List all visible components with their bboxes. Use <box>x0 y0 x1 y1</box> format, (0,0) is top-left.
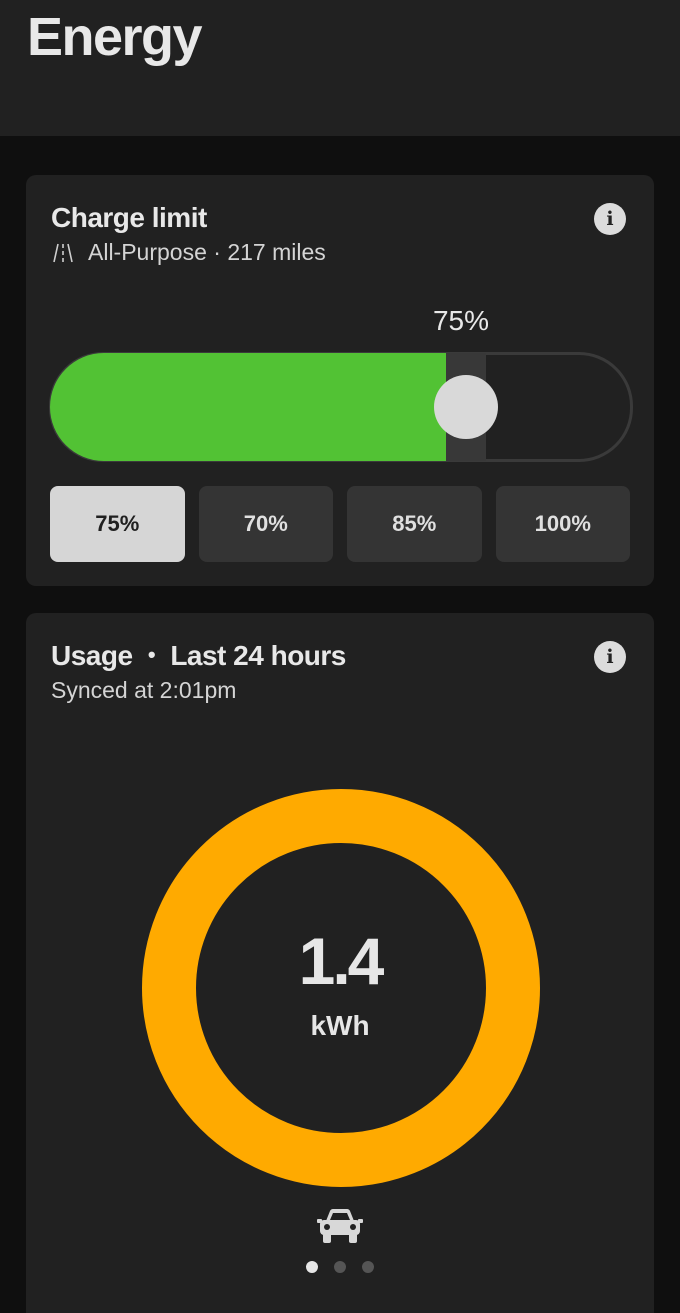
charge-limit-title: Charge limit <box>51 202 207 233</box>
page-dot-1[interactable] <box>306 1261 318 1273</box>
preset-75-button[interactable]: 75% <box>50 486 185 562</box>
usage-card: Usage • Last 24 hours i Synced at 2:01pm… <box>26 613 654 1313</box>
usage-title-label: Usage <box>51 640 133 671</box>
road-icon <box>53 243 73 262</box>
usage-period: Last 24 hours <box>170 640 346 671</box>
preset-85-button[interactable]: 85% <box>347 486 482 562</box>
synced-time: Synced at 2:01pm <box>51 677 237 703</box>
page-title: Energy <box>27 7 203 67</box>
charge-limit-slider[interactable] <box>49 352 633 462</box>
charge-mode-text: All-Purpose · 217 miles <box>88 239 326 265</box>
page-indicator <box>306 1261 374 1273</box>
page-dot-2[interactable] <box>334 1261 346 1273</box>
car-icon[interactable] <box>317 1207 363 1245</box>
slider-fill <box>50 353 446 461</box>
usage-total-unit: kWh <box>310 1010 370 1041</box>
preset-70-button[interactable]: 70% <box>198 486 333 562</box>
slider-knob[interactable] <box>434 375 498 439</box>
header-bar: Energy <box>0 0 680 136</box>
info-icon[interactable]: i <box>594 641 626 673</box>
charge-limit-value: 75% <box>432 305 490 336</box>
info-icon[interactable]: i <box>594 203 626 235</box>
usage-total-value: 1.4 <box>298 924 385 998</box>
preset-100-button[interactable]: 100% <box>495 486 630 562</box>
charge-limit-card: Charge limit i All-Purpose · 217 miles 7… <box>26 175 654 586</box>
page-dot-3[interactable] <box>362 1261 374 1273</box>
usage-title: Usage • Last 24 hours <box>51 640 346 672</box>
usage-title-separator: • <box>147 642 156 667</box>
charge-preset-row: 75% 70% 85% 100% <box>50 486 630 562</box>
charge-mode-subtitle: All-Purpose · 217 miles <box>51 239 326 266</box>
